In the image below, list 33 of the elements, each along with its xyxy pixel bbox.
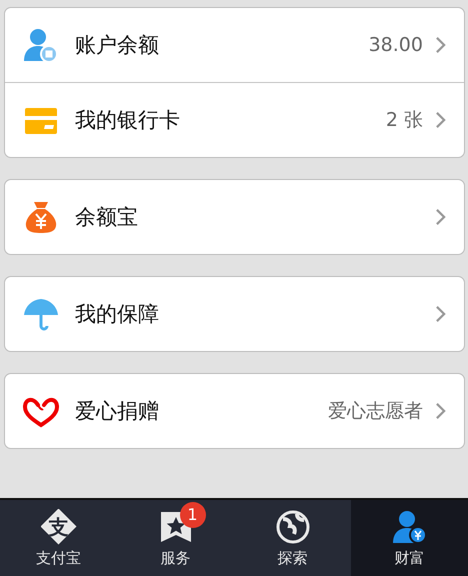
chevron-right-icon (435, 305, 446, 323)
item-label: 爱心捐赠 (75, 398, 160, 425)
item-label: 账户余额 (75, 32, 160, 59)
globe-icon (274, 508, 310, 544)
tab[interactable]: 支 支付宝 (0, 500, 117, 576)
menu-item[interactable]: 爱心捐赠 爱心志愿者 (5, 374, 464, 448)
tab[interactable]: 1 服务 (117, 500, 234, 576)
item-label: 我的银行卡 (75, 107, 181, 134)
item-label: 余额宝 (75, 204, 139, 231)
person-coin-icon (23, 27, 59, 63)
menu-item[interactable]: 账户余额 38.00 (5, 8, 464, 82)
item-value: 爱心志愿者 (328, 399, 423, 424)
person-coin-icon (392, 508, 428, 544)
money-bag-icon (23, 199, 59, 235)
chevron-right-icon (435, 36, 446, 54)
notification-badge: 1 (180, 502, 206, 528)
item-label: 我的保障 (75, 301, 160, 328)
tab-label: 服务 (160, 548, 190, 568)
menu-item[interactable]: 我的银行卡 2 张 (5, 82, 464, 157)
tab[interactable]: 财富 (351, 500, 468, 576)
alipay-icon: 支 (40, 508, 76, 544)
chevron-right-icon (435, 208, 446, 226)
umbrella-icon (23, 296, 59, 332)
tab-label: 支付宝 (36, 548, 81, 568)
menu-item[interactable]: 余额宝 (5, 180, 464, 254)
tab-label: 探索 (278, 548, 308, 568)
tab-label: 财富 (394, 548, 424, 568)
item-value: 38.00 (368, 34, 423, 56)
chevron-right-icon (435, 402, 446, 420)
menu-item[interactable]: 我的保障 (5, 277, 464, 351)
item-value: 2 张 (386, 108, 423, 133)
chevron-right-icon (435, 111, 446, 129)
tab[interactable]: 探索 (234, 500, 351, 576)
